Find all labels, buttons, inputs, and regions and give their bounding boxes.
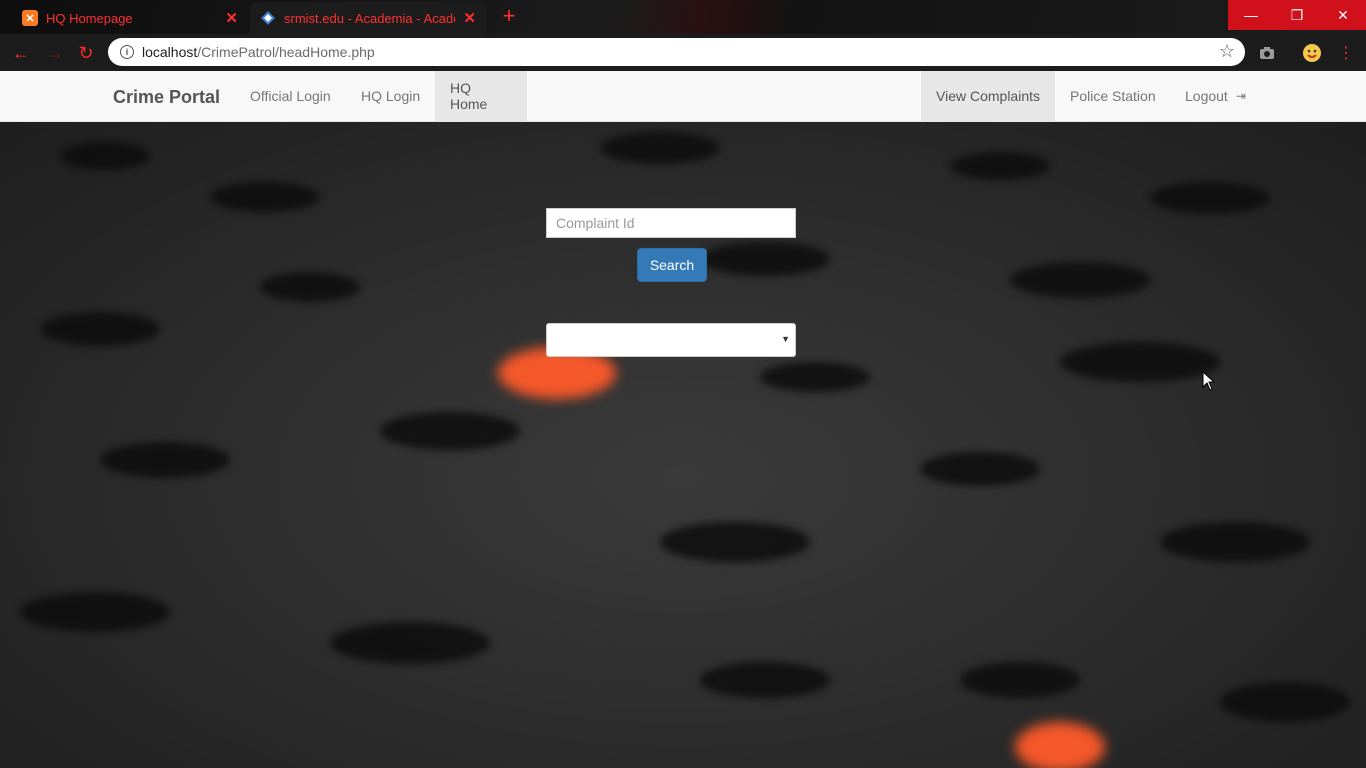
background-pill [1060,342,1220,382]
background-pill [700,662,830,698]
background-pill [700,242,830,276]
chevron-down-icon: ▼ [781,334,790,344]
background-pill [20,592,170,632]
camera-extension-icon[interactable] [1256,42,1278,64]
brand-logo[interactable]: Crime Portal [113,87,220,108]
background-pill [920,452,1040,486]
url-host: localhost [142,44,198,60]
nav-hq-home[interactable]: HQ Home [435,71,527,121]
nav-hq-login[interactable]: HQ Login [346,71,435,121]
background-pill [60,142,150,170]
background-pill [1160,522,1310,562]
background-pill [260,272,360,302]
mouse-cursor-icon [1202,371,1216,391]
academia-favicon-icon [260,10,276,26]
forward-arrow-icon[interactable]: → [44,42,66,64]
bookmark-star-icon[interactable]: ☆ [1219,41,1235,62]
tab-close-icon[interactable]: ✕ [463,9,476,27]
profile-avatar-icon[interactable] [1301,42,1323,64]
restore-icon[interactable]: ❐ [1274,0,1320,30]
reload-icon[interactable]: ↻ [75,42,97,64]
logout-icon: ⇥ [1235,89,1246,103]
site-info-icon[interactable]: i [120,45,134,59]
tab-srmist-academia[interactable]: srmist.edu - Academia - Academ ✕ [250,2,486,34]
background-pill [380,412,520,450]
background-pill [210,182,320,212]
tab-title: srmist.edu - Academia - Academ [284,10,456,26]
logout-label: Logout [1185,88,1228,104]
background-pill [1220,682,1350,722]
browser-tab-bar: ✕ HQ Homepage ✕ srmist.edu - Academia - … [0,0,1366,34]
nav-logout[interactable]: Logout ⇥ [1170,71,1261,121]
site-navbar: Crime Portal Official Login HQ Login HQ … [0,71,1366,122]
background-pill [1150,182,1270,214]
background-pill [960,662,1080,698]
new-tab-icon[interactable]: + [498,5,520,28]
background-pill [40,312,160,346]
red-pill-decoration [1015,722,1105,768]
browser-toolbar: ← → ↻ i localhost/CrimePatrol/headHome.p… [0,34,1366,71]
police-station-select[interactable]: ▼ [546,323,796,357]
background-pill [950,152,1050,180]
url-path: /CrimePatrol/headHome.php [197,44,375,60]
background-pill [330,622,490,664]
tab-close-icon[interactable]: ✕ [225,9,238,27]
hero-background: Search ▼ [0,122,1366,768]
close-window-icon[interactable]: ✕ [1320,0,1366,30]
menu-kebab-icon[interactable]: ⋮ [1335,42,1357,64]
xampp-favicon-icon: ✕ [22,10,38,26]
search-button[interactable]: Search [637,248,707,282]
nav-official-login[interactable]: Official Login [235,71,346,121]
minimize-icon[interactable]: — [1228,0,1274,30]
tab-hq-homepage[interactable]: ✕ HQ Homepage ✕ [12,2,248,34]
background-pill [760,362,870,392]
back-arrow-icon[interactable]: ← [10,42,32,64]
nav-police-station[interactable]: Police Station [1055,71,1171,121]
background-pill [1010,262,1150,298]
background-pill [600,132,720,164]
background-pill [660,522,810,562]
address-bar[interactable]: i localhost/CrimePatrol/headHome.php ☆ [108,38,1245,66]
window-controls: — ❐ ✕ [1228,0,1366,30]
tab-title: HQ Homepage [45,10,133,26]
complaint-id-input[interactable] [546,208,796,238]
background-pill [100,442,230,478]
nav-view-complaints[interactable]: View Complaints [921,71,1055,121]
